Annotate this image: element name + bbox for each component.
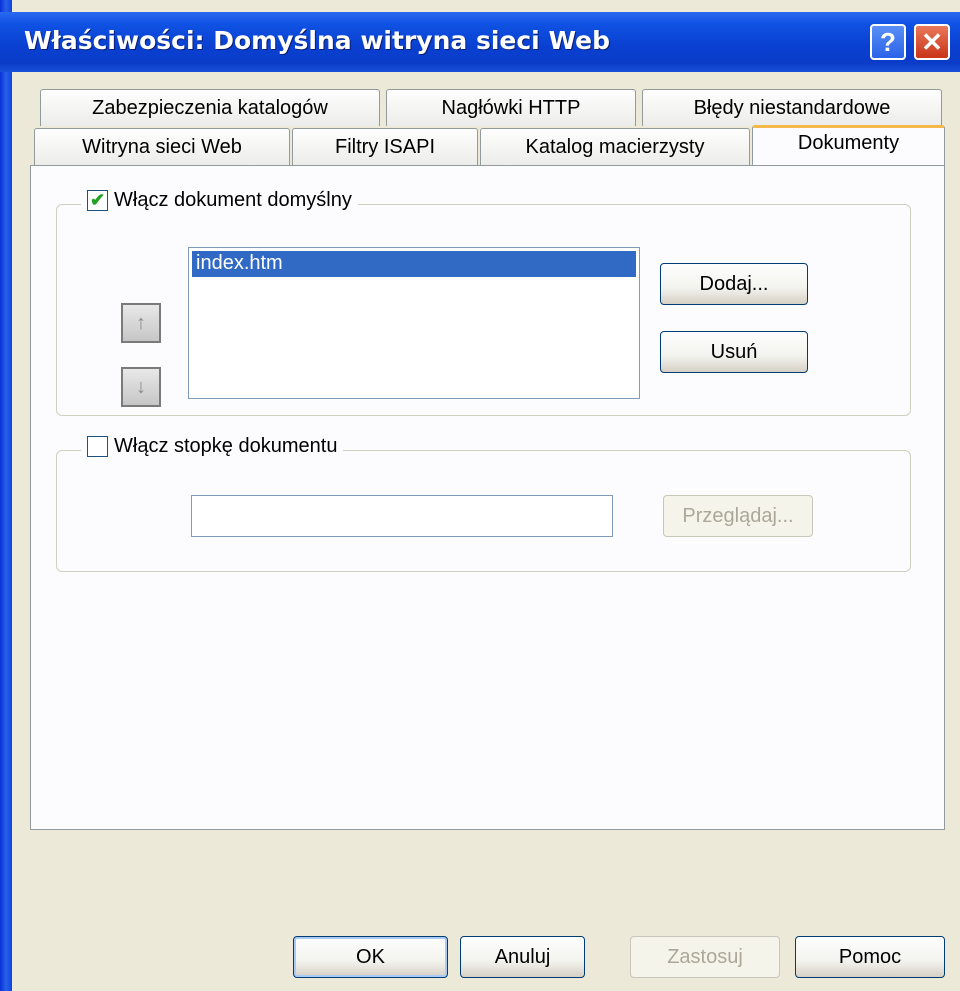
cancel-button[interactable]: Anuluj	[460, 936, 585, 978]
help-button[interactable]: Pomoc	[795, 936, 945, 978]
tab-home-directory[interactable]: Katalog macierzysty	[480, 128, 750, 165]
close-icon: ✕	[921, 26, 943, 57]
tab-directory-security[interactable]: Zabezpieczenia katalogów	[40, 89, 380, 126]
ok-button[interactable]: OK	[293, 936, 448, 978]
help-title-button[interactable]: ?	[870, 24, 906, 60]
add-button[interactable]: Dodaj...	[660, 263, 808, 305]
window-border	[0, 0, 12, 991]
enable-document-footer-label[interactable]: Włącz stopkę dokumentu	[114, 435, 337, 458]
default-document-group: ✔ Włącz dokument domyślny ↑ ↓ index.htm …	[56, 189, 911, 416]
properties-dialog: Właściwości: Domyślna witryna sieci Web …	[0, 0, 960, 991]
enable-document-footer-checkbox[interactable]	[87, 436, 108, 457]
document-footer-legend: Włącz stopkę dokumentu	[81, 435, 344, 458]
arrow-up-icon: ↑	[136, 311, 146, 334]
window-title: Właściwości: Domyślna witryna sieci Web	[24, 26, 610, 55]
documents-panel: ✔ Włącz dokument domyślny ↑ ↓ index.htm …	[30, 165, 945, 830]
check-icon: ✔	[89, 190, 106, 210]
tab-custom-errors[interactable]: Błędy niestandardowe	[642, 89, 942, 126]
tab-isapi-filters[interactable]: Filtry ISAPI	[292, 128, 478, 165]
title-bar[interactable]: Właściwości: Domyślna witryna sieci Web …	[0, 12, 960, 72]
enable-default-document-checkbox[interactable]: ✔	[87, 190, 108, 211]
tab-web-site[interactable]: Witryna sieci Web	[34, 128, 290, 165]
browse-button[interactable]: Przeglądaj...	[663, 495, 813, 537]
move-up-button[interactable]: ↑	[121, 303, 161, 343]
close-button[interactable]: ✕	[914, 24, 950, 60]
footer-path-input[interactable]	[191, 495, 613, 537]
move-down-button[interactable]: ↓	[121, 367, 161, 407]
enable-default-document-label[interactable]: Włącz dokument domyślny	[114, 189, 352, 212]
arrow-down-icon: ↓	[136, 375, 146, 398]
document-footer-group: Włącz stopkę dokumentu Przeglądaj...	[56, 435, 911, 572]
apply-button[interactable]: Zastosuj	[630, 936, 780, 978]
list-item[interactable]: index.htm	[192, 251, 636, 277]
default-document-legend: ✔ Włącz dokument domyślny	[81, 189, 358, 212]
default-documents-list[interactable]: index.htm	[188, 247, 640, 399]
question-icon: ?	[880, 26, 896, 57]
tab-documents[interactable]: Dokumenty	[752, 125, 945, 167]
remove-button[interactable]: Usuń	[660, 331, 808, 373]
tab-http-headers[interactable]: Nagłówki HTTP	[386, 89, 636, 126]
